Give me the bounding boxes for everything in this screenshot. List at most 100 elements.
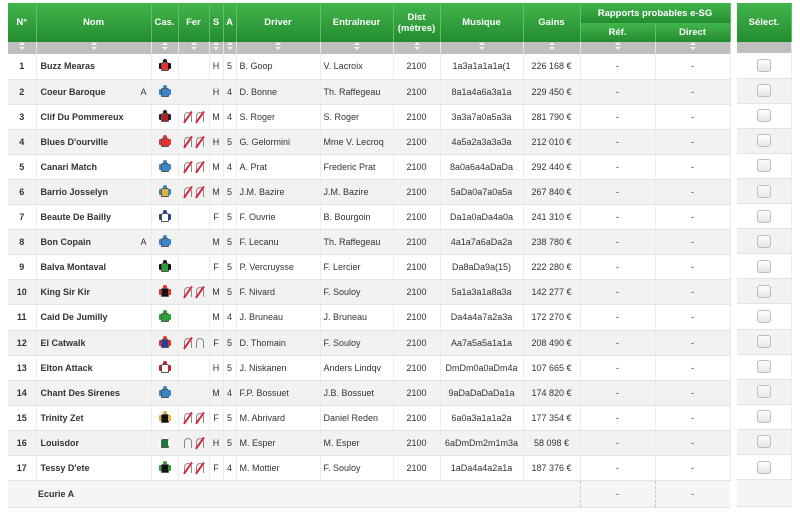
col-header-sexe[interactable]: S bbox=[209, 3, 224, 42]
horse-name-label[interactable]: Balva Montaval bbox=[41, 262, 107, 272]
sort-icon[interactable] bbox=[90, 42, 98, 51]
horse-name-label[interactable]: Caid De Jumilly bbox=[41, 312, 108, 322]
select-checkbox[interactable] bbox=[757, 460, 771, 474]
table-row[interactable]: 12 El Catwalk F 5 D. Thomain F. Souloy 2100 Aa7… bbox=[8, 330, 731, 356]
sort-icon[interactable] bbox=[353, 42, 361, 51]
col-header-gains[interactable]: Gains bbox=[523, 3, 581, 42]
table-row[interactable]: 11 Caid De Jumilly M 4 J. Bruneau J. Bruneau 2… bbox=[8, 304, 731, 331]
horse-name[interactable]: King Sir Kir bbox=[36, 279, 152, 306]
horse-name-label[interactable]: Louisdor bbox=[41, 438, 80, 448]
entraineur-cell[interactable]: F. Souloy bbox=[320, 330, 394, 356]
table-row[interactable]: 5 Canari Match M 4 A. Prat Frederic Prat 2100 8… bbox=[8, 154, 731, 180]
sort-entraineur[interactable] bbox=[320, 42, 394, 54]
table-row[interactable]: 9 Balva Montaval F 5 P. Vercruysse F. Lercier… bbox=[8, 254, 731, 281]
horse-name-label[interactable]: Barrio Josselyn bbox=[41, 187, 109, 197]
col-header-ref[interactable]: Réf. bbox=[580, 23, 656, 42]
horse-name[interactable]: Beaute De Bailly bbox=[36, 204, 152, 231]
horse-name[interactable]: Barrio Josselyn bbox=[36, 179, 152, 206]
horse-name-label[interactable]: Bon Copain bbox=[41, 237, 92, 247]
select-checkbox[interactable] bbox=[757, 84, 771, 98]
horse-name[interactable]: Canari Match bbox=[36, 154, 152, 180]
entraineur-cell[interactable]: Mme V. Lecroq bbox=[320, 129, 394, 155]
select-checkbox[interactable] bbox=[757, 209, 771, 223]
select-checkbox[interactable] bbox=[757, 234, 771, 248]
sort-icon[interactable] bbox=[18, 42, 26, 51]
sort-icon[interactable] bbox=[478, 42, 486, 51]
horse-name-label[interactable]: Clif Du Pommereux bbox=[41, 112, 124, 122]
select-checkbox[interactable] bbox=[757, 385, 771, 399]
entraineur-cell[interactable]: F. Souloy bbox=[320, 455, 394, 482]
col-header-num[interactable]: N° bbox=[8, 3, 37, 42]
sort-icon[interactable] bbox=[689, 42, 697, 51]
entraineur-cell[interactable]: J. Bruneau bbox=[320, 304, 394, 331]
driver-cell[interactable]: F. Nivard bbox=[236, 279, 321, 306]
driver-cell[interactable]: B. Goop bbox=[236, 54, 321, 80]
driver-cell[interactable]: M. Abrivard bbox=[236, 405, 321, 431]
horse-name[interactable]: Elton Attack bbox=[36, 355, 152, 381]
table-row[interactable]: 13 Elton Attack H 5 J. Niskanen Anders Lindqv… bbox=[8, 355, 731, 381]
table-row[interactable]: 1 Buzz Mearas H 5 B. Goop V. Lacroix 2100 1a3a1… bbox=[8, 54, 731, 80]
table-row[interactable]: 10 King Sir Kir M 5 F. Nivard F. Souloy 2100 5a… bbox=[8, 279, 731, 306]
driver-cell[interactable]: F. Lecanu bbox=[236, 229, 321, 256]
entraineur-cell[interactable]: Frederic Prat bbox=[320, 154, 394, 180]
table-row[interactable]: 3 Clif Du Pommereux M 4 S. Roger S. Roger 2100… bbox=[8, 104, 731, 130]
horse-name[interactable]: Trinity Zet bbox=[36, 405, 152, 431]
driver-cell[interactable]: J. Bruneau bbox=[236, 304, 321, 331]
sort-icon[interactable] bbox=[226, 42, 234, 51]
sort-driver[interactable] bbox=[236, 42, 321, 54]
table-row[interactable]: 8 Bon Copain A M 5 F. Lecanu Th. Raffegeau 2100… bbox=[8, 229, 731, 256]
sort-ref[interactable] bbox=[580, 42, 656, 54]
horse-name[interactable]: Chant Des Sirenes bbox=[36, 380, 152, 406]
col-header-driver[interactable]: Driver bbox=[236, 3, 321, 42]
select-checkbox[interactable] bbox=[757, 109, 771, 123]
entraineur-cell[interactable]: Daniel Reden bbox=[320, 405, 394, 431]
driver-cell[interactable]: M. Mottier bbox=[236, 455, 321, 482]
sort-gains[interactable] bbox=[523, 42, 581, 54]
select-checkbox[interactable] bbox=[757, 410, 771, 424]
col-header-direct[interactable]: Direct bbox=[655, 23, 731, 42]
sort-icon[interactable] bbox=[614, 42, 622, 51]
horse-name[interactable]: El Catwalk bbox=[36, 330, 152, 356]
horse-name[interactable]: Louisdor bbox=[36, 430, 152, 457]
col-header-cas[interactable]: Cas. bbox=[151, 3, 179, 42]
horse-name[interactable]: Coeur Baroque A bbox=[36, 79, 152, 105]
table-row[interactable]: 7 Beaute De Bailly F 5 F. Ouvrie B. Bourgoin 2… bbox=[8, 204, 731, 231]
sort-sexe[interactable] bbox=[209, 42, 224, 54]
horse-name-label[interactable]: Canari Match bbox=[41, 162, 98, 172]
sort-icon[interactable] bbox=[548, 42, 556, 51]
horse-name-label[interactable]: Trinity Zet bbox=[41, 413, 84, 423]
entraineur-cell[interactable]: Anders Lindqv bbox=[320, 355, 394, 381]
select-checkbox[interactable] bbox=[757, 284, 771, 298]
horse-name-label[interactable]: Chant Des Sirenes bbox=[41, 388, 121, 398]
horse-name[interactable]: Balva Montaval bbox=[36, 254, 152, 281]
sort-icon[interactable] bbox=[190, 42, 198, 51]
col-header-fer[interactable]: Fer bbox=[178, 3, 210, 42]
entraineur-cell[interactable]: Th. Raffegeau bbox=[320, 79, 394, 105]
driver-cell[interactable]: J.M. Bazire bbox=[236, 179, 321, 206]
horse-name-label[interactable]: Tessy D'ete bbox=[41, 463, 90, 473]
entraineur-cell[interactable]: B. Bourgoin bbox=[320, 204, 394, 231]
horse-name[interactable]: Buzz Mearas bbox=[36, 54, 152, 80]
sort-age[interactable] bbox=[223, 42, 237, 54]
sort-dist[interactable] bbox=[393, 42, 441, 54]
select-checkbox[interactable] bbox=[757, 309, 771, 323]
select-checkbox[interactable] bbox=[757, 335, 771, 349]
horse-name[interactable]: Blues D'ourville bbox=[36, 129, 152, 155]
select-checkbox[interactable] bbox=[757, 259, 771, 273]
sort-icon[interactable] bbox=[413, 42, 421, 51]
driver-cell[interactable]: D. Thomain bbox=[236, 330, 321, 356]
driver-cell[interactable]: S. Roger bbox=[236, 104, 321, 130]
driver-cell[interactable]: P. Vercruysse bbox=[236, 254, 321, 281]
select-checkbox[interactable] bbox=[757, 159, 771, 173]
driver-cell[interactable]: F.P. Bossuet bbox=[236, 380, 321, 406]
driver-cell[interactable]: D. Bonne bbox=[236, 79, 321, 105]
sort-icon[interactable] bbox=[161, 42, 169, 51]
select-checkbox[interactable] bbox=[757, 58, 771, 72]
table-row[interactable]: 6 Barrio Josselyn M 5 J.M. Bazire J.M. Bazire… bbox=[8, 179, 731, 206]
entraineur-cell[interactable]: Th. Raffegeau bbox=[320, 229, 394, 256]
sort-fer[interactable] bbox=[178, 42, 210, 54]
sort-cas[interactable] bbox=[151, 42, 179, 54]
col-header-entraineur[interactable]: Entraîneur bbox=[320, 3, 394, 42]
select-checkbox[interactable] bbox=[757, 360, 771, 374]
col-header-musique[interactable]: Musique bbox=[440, 3, 524, 42]
